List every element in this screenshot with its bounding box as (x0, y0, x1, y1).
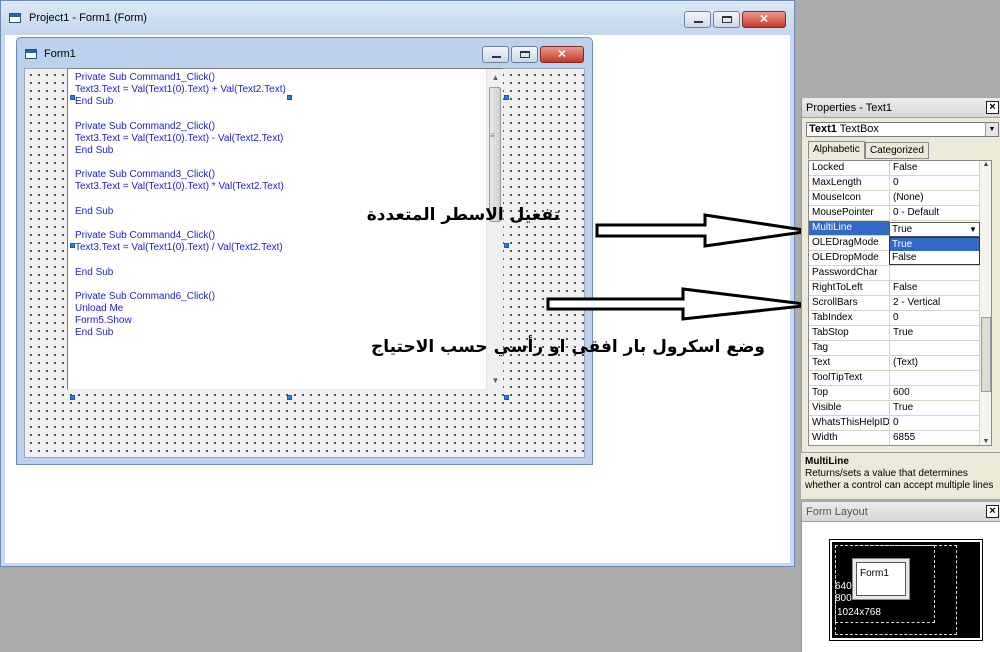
property-name: RightToLeft (809, 281, 890, 295)
property-name: WhatsThisHelpID (809, 416, 890, 430)
property-name: Tag (809, 341, 890, 355)
property-value[interactable]: 0 (891, 416, 983, 430)
property-value[interactable] (891, 266, 983, 280)
tab-alphabetic[interactable]: Alphabetic (808, 141, 865, 159)
properties-title-bar[interactable]: Properties - Text1 × (802, 98, 1000, 118)
property-row-tag[interactable]: Tag (809, 341, 983, 356)
property-row-tabstop[interactable]: TabStop True (809, 326, 983, 341)
property-row-whatsthishelpid[interactable]: WhatsThisHelpID 0 (809, 416, 983, 431)
object-selector[interactable]: Text1 TextBox ▼ (806, 122, 999, 137)
property-name: OLEDropMode (809, 251, 890, 265)
property-row-visible[interactable]: Visible True (809, 401, 983, 416)
property-name: OLEDragMode (809, 236, 890, 250)
object-type: TextBox (839, 123, 879, 135)
property-name: Width (809, 431, 890, 445)
property-value[interactable]: True (891, 326, 983, 340)
property-name: Text (809, 356, 890, 370)
property-row-tooltiptext[interactable]: ToolTipText (809, 371, 983, 386)
multiline-arrow (595, 213, 811, 248)
form-layout-body: Form1 640 800 1024x768 (802, 522, 1000, 652)
property-value[interactable]: 0 (891, 176, 983, 190)
multiline-value-dropdown[interactable]: True ▼ (889, 222, 980, 237)
property-name: MultiLine (809, 221, 890, 235)
properties-title: Properties - Text1 (806, 102, 893, 114)
scroll-down-arrow-icon[interactable]: ▼ (980, 438, 991, 445)
property-row-locked[interactable]: Locked False (809, 161, 983, 176)
property-name: MousePointer (809, 206, 890, 220)
property-value[interactable] (891, 371, 983, 385)
property-row-passwordchar[interactable]: PasswordChar (809, 266, 983, 281)
property-value[interactable]: 0 (891, 311, 983, 325)
property-value[interactable]: 600 (891, 386, 983, 400)
property-value[interactable]: (Text) (891, 356, 983, 370)
property-row-mouseicon[interactable]: MouseIcon (None) (809, 191, 983, 206)
property-value[interactable]: False (891, 161, 983, 175)
property-name: MaxLength (809, 176, 890, 190)
property-name: Top (809, 386, 890, 400)
res-640-label: 640 (835, 581, 852, 592)
property-value[interactable]: 2 - Vertical (891, 296, 983, 310)
property-name: MouseIcon (809, 191, 890, 205)
res-800-label: 800 (835, 593, 852, 604)
property-row-maxlength[interactable]: MaxLength 0 (809, 176, 983, 191)
property-row-tabindex[interactable]: TabIndex 0 (809, 311, 983, 326)
form-layout-panel: Form Layout × Form1 640 800 1024x768 (801, 502, 1000, 652)
form1-position-preview[interactable]: Form1 (852, 558, 910, 600)
res-1024-label: 1024x768 (837, 607, 881, 618)
property-row-scrollbars[interactable]: ScrollBars 2 - Vertical (809, 296, 983, 311)
properties-scrollbar[interactable]: ▲ ▼ (979, 161, 991, 445)
description-title: MultiLine (805, 456, 849, 467)
property-value[interactable]: (None) (891, 191, 983, 205)
property-row-width[interactable]: Width 6855 (809, 431, 983, 445)
property-name: Visible (809, 401, 890, 415)
property-value[interactable] (891, 341, 983, 355)
form1-preview-label: Form1 (856, 562, 906, 596)
description-text: Returns/sets a value that determines whe… (805, 468, 994, 491)
scrollbars-annotation: وضع اسكرول بار افقى او رأسي حسب الاحتياج (370, 337, 765, 357)
property-description: MultiLine Returns/sets a value that dete… (801, 452, 1000, 499)
screen-preview: Form1 640 800 1024x768 (829, 539, 983, 641)
property-value[interactable]: False (891, 281, 983, 295)
property-value[interactable]: 0 - Default (891, 206, 983, 220)
tab-categorized[interactable]: Categorized (865, 142, 929, 159)
option-false[interactable]: False (890, 251, 979, 264)
property-name: PasswordChar (809, 266, 890, 280)
multiline-current-value: True (892, 224, 913, 235)
form-layout-close-icon[interactable]: × (986, 505, 999, 518)
form-layout-title-bar[interactable]: Form Layout × (802, 502, 1000, 522)
option-true[interactable]: True (890, 238, 979, 251)
property-name: Locked (809, 161, 890, 175)
properties-panel: Properties - Text1 × Text1 TextBox ▼ Alp… (801, 98, 1000, 498)
multiline-options-list: True False (889, 237, 980, 265)
property-name: ScrollBars (809, 296, 890, 310)
properties-grid: Width 6855 WhatsThisHelpID 0 Visible True Top 6… (808, 160, 992, 446)
property-row-mousepointer[interactable]: MousePointer 0 - Default (809, 206, 983, 221)
property-name: TabStop (809, 326, 890, 340)
property-name: TabIndex (809, 311, 890, 325)
chevron-down-icon[interactable]: ▼ (967, 223, 979, 236)
scroll-up-arrow-icon[interactable]: ▲ (980, 161, 991, 168)
chevron-down-icon[interactable]: ▼ (985, 123, 998, 136)
multiline-annotation: تفعيل الاسطر المتعددة (366, 205, 560, 225)
object-name: Text1 (809, 123, 837, 135)
property-value[interactable]: True (891, 401, 983, 415)
property-name: ToolTipText (809, 371, 890, 385)
properties-scroll-thumb[interactable] (981, 317, 991, 392)
property-row-text[interactable]: Text (Text) (809, 356, 983, 371)
form-layout-title: Form Layout (806, 506, 868, 518)
property-value[interactable]: 6855 (891, 431, 983, 445)
property-row-top[interactable]: Top 600 (809, 386, 983, 401)
property-row-righttoleft[interactable]: RightToLeft False (809, 281, 983, 296)
scrollbars-arrow (546, 287, 813, 321)
properties-close-icon[interactable]: × (986, 101, 999, 114)
